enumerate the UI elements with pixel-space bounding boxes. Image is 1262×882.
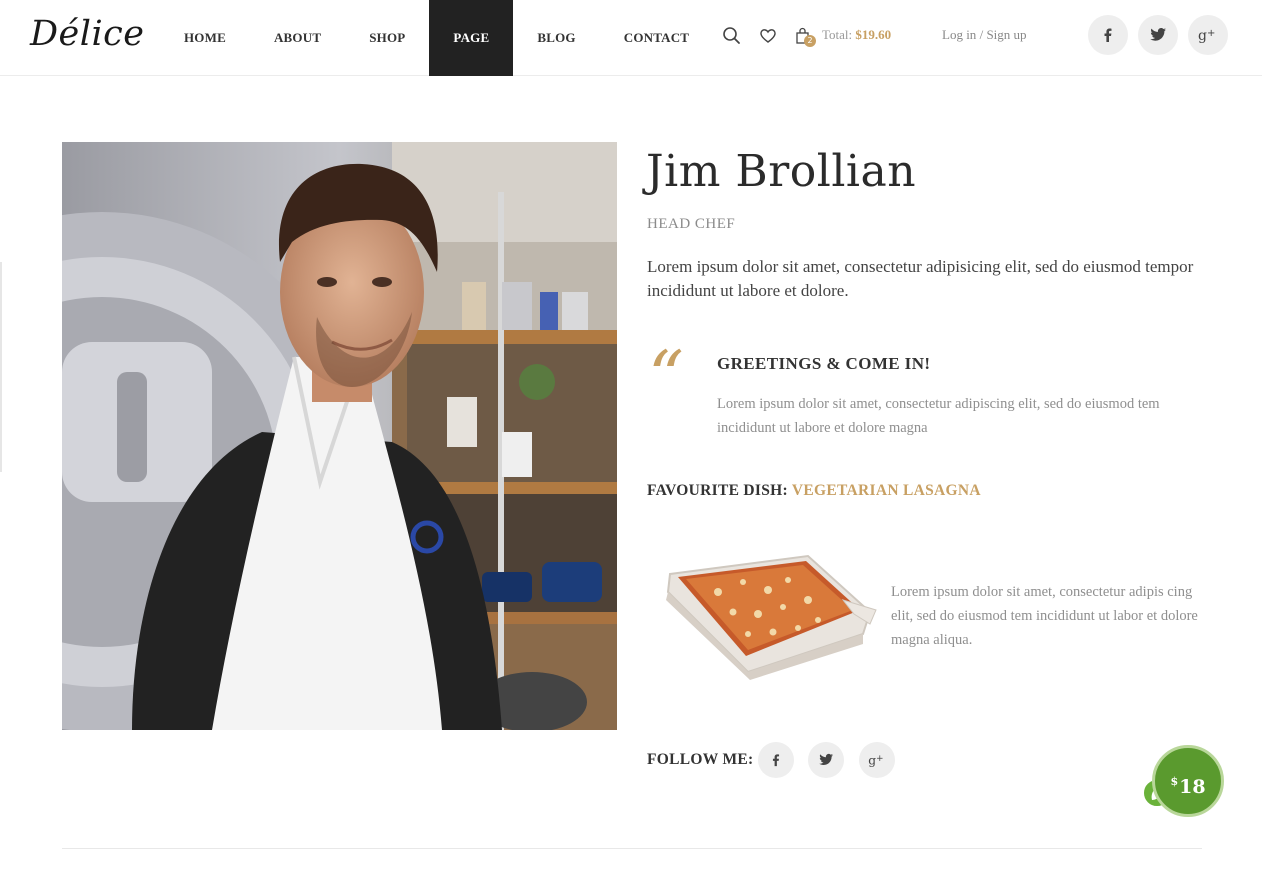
nav-page[interactable]: PAGE: [429, 0, 514, 76]
svg-text:+: +: [876, 754, 883, 764]
svg-text:+: +: [1207, 28, 1215, 39]
cart-total-amount: $19.60: [855, 27, 892, 42]
account-separator: /: [979, 27, 984, 42]
follow-facebook-icon[interactable]: [758, 742, 794, 778]
nav-shop[interactable]: SHOP: [345, 0, 429, 76]
dish-description: Lorem ipsum dolor sit amet, consectetur …: [891, 584, 1198, 648]
chef-photo: [62, 142, 617, 730]
quote-title: GREETINGS & COME IN!: [717, 354, 931, 373]
follow-label: FOLLOW ME:: [647, 751, 754, 768]
signup-link[interactable]: Sign up: [986, 27, 1026, 42]
facebook-icon[interactable]: [1088, 15, 1128, 55]
cart-count-badge: 2: [804, 35, 816, 47]
nav-blog[interactable]: BLOG: [513, 0, 599, 76]
follow-twitter-icon[interactable]: [808, 742, 844, 778]
logo-text: Délice: [30, 14, 145, 54]
account-links: Log in / Sign up: [942, 27, 1027, 43]
nav-home[interactable]: HOME: [160, 0, 250, 76]
heart-icon[interactable]: [758, 26, 778, 46]
twitter-icon[interactable]: [1138, 15, 1178, 55]
nav-about[interactable]: ABOUT: [250, 0, 345, 76]
favourite-label: FAVOURITE DISH:: [647, 482, 788, 499]
search-icon[interactable]: [722, 26, 742, 46]
edge-divider: [0, 262, 2, 472]
login-link[interactable]: Log in: [942, 27, 976, 42]
google-plus-icon[interactable]: g +: [1188, 15, 1228, 55]
main-nav: HOME ABOUT SHOP PAGE BLOG CONTACT: [160, 0, 713, 76]
chef-name: Jim Brollian: [646, 146, 917, 197]
quote-text: Lorem ipsum dolor sit amet, consectetur …: [717, 396, 1160, 436]
price-amount: 18: [1179, 776, 1206, 798]
cart-total-label: Total:: [822, 27, 853, 42]
favourite-dish-link[interactable]: VEGETARIAN LASAGNA: [792, 482, 981, 499]
cart-total[interactable]: Total: $19.60: [822, 27, 891, 43]
chef-role: HEAD CHEF: [647, 216, 736, 232]
lasagna-image: [658, 552, 880, 680]
quote-mark-icon: “: [648, 336, 684, 418]
svg-text:g: g: [868, 753, 876, 767]
section-divider: [62, 848, 1202, 849]
favourite-dish: FAVOURITE DISH: VEGETARIAN LASAGNA: [647, 482, 981, 500]
follow-google-plus-icon[interactable]: g +: [859, 742, 895, 778]
price-badge[interactable]: $18: [1152, 745, 1224, 817]
site-header: Délice HOME ABOUT SHOP PAGE BLOG CONTACT…: [0, 0, 1262, 76]
nav-contact[interactable]: CONTACT: [600, 0, 713, 76]
chef-intro: Lorem ipsum dolor sit amet, consectetur …: [647, 257, 1194, 300]
svg-text:g: g: [1198, 28, 1207, 43]
site-logo[interactable]: Délice: [30, 14, 144, 54]
price-currency: $: [1170, 775, 1179, 788]
